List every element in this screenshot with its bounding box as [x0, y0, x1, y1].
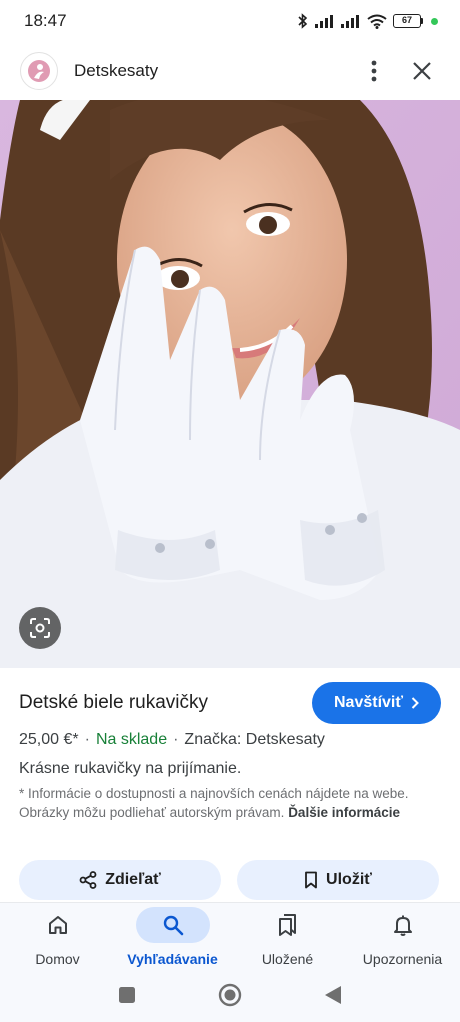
nav-home-label: Domov: [35, 951, 80, 967]
signal-icon: [315, 15, 333, 28]
home-circle-icon: [218, 983, 242, 1006]
bottom-navigation: Domov Vyhľadávanie Uložené Upozornenia: [0, 902, 460, 972]
disclaimer: * Informácie o dostupnosti a najnovších …: [19, 784, 419, 822]
nav-search-label: Vyhľadávanie: [127, 951, 218, 967]
product-brand: Značka: Detskesaty: [184, 731, 325, 748]
system-navigation: [0, 972, 460, 1022]
collections-icon: [278, 914, 296, 936]
site-name: Detskesaty: [74, 61, 159, 80]
battery-indicator: 67: [393, 14, 423, 28]
product-description: Krásne rukavičky na prijímanie.: [19, 760, 242, 777]
more-options-button[interactable]: [356, 53, 392, 89]
status-icons: 67: [297, 13, 438, 29]
bell-icon: [393, 915, 412, 936]
nav-notifications[interactable]: Upozornenia: [345, 903, 460, 972]
share-label: Zdieľať: [105, 871, 161, 888]
close-icon: [413, 62, 431, 80]
site-logo[interactable]: [20, 52, 58, 90]
status-time: 18:47: [24, 11, 67, 30]
back-triangle-icon: [325, 985, 341, 1004]
nav-saved[interactable]: Uložené: [230, 903, 345, 972]
share-icon: [79, 871, 97, 889]
site-header: Detskesaty: [0, 46, 460, 96]
search-icon: [163, 915, 183, 936]
nav-notifications-label: Upozornenia: [362, 951, 443, 967]
status-bar: 18:47 67: [0, 0, 460, 42]
save-label: Uložiť: [326, 871, 372, 888]
product-price: 25,00 €*: [19, 731, 79, 748]
chevron-right-icon: [411, 697, 419, 709]
product-photo: [0, 100, 460, 668]
logo-icon: [28, 60, 50, 82]
bluetooth-icon: [298, 13, 308, 29]
battery-level: 67: [393, 14, 421, 28]
nav-search[interactable]: Vyhľadávanie: [115, 903, 230, 972]
signal-icon: [341, 15, 359, 28]
product-title: Detské biele rukavičky: [19, 692, 209, 713]
privacy-dot: [431, 17, 438, 25]
bookmark-icon: [305, 871, 317, 889]
back-button[interactable]: [324, 985, 342, 1010]
home-icon: [48, 916, 67, 934]
home-system-button[interactable]: [218, 983, 242, 1012]
close-button[interactable]: [404, 53, 440, 89]
product-meta: 25,00 €* · Na sklade · Značka: Detskesaty: [19, 731, 325, 748]
product-title-row: Detské biele rukavičky Navštíviť: [19, 682, 441, 724]
share-button[interactable]: Zdieľať: [19, 860, 221, 900]
recents-button[interactable]: [118, 986, 136, 1009]
nav-saved-label: Uložené: [261, 951, 314, 967]
more-vert-icon: [371, 60, 377, 82]
lens-search-button[interactable]: [19, 607, 61, 649]
visit-button[interactable]: Navštíviť: [312, 682, 441, 724]
save-button[interactable]: Uložiť: [237, 860, 439, 900]
visit-button-label: Navštíviť: [333, 694, 404, 711]
product-image[interactable]: [0, 100, 460, 668]
nav-home[interactable]: Domov: [0, 903, 115, 972]
recents-icon: [119, 986, 135, 1003]
more-info-link[interactable]: Ďalšie informácie: [288, 805, 400, 820]
lens-icon: [30, 618, 50, 638]
stock-status: Na sklade: [95, 731, 168, 748]
wifi-icon: [367, 14, 387, 29]
action-row: Zdieľať Uložiť: [19, 860, 439, 900]
